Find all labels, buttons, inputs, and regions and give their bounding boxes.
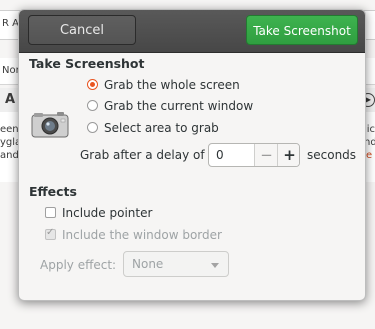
chevron-down-icon	[211, 263, 219, 268]
take-screenshot-heading: Take Screenshot	[29, 56, 145, 71]
camera-icon	[31, 112, 69, 138]
radio-button-selected[interactable]	[87, 79, 98, 90]
radio-label: Grab the current window	[104, 99, 254, 113]
decrement-button[interactable]: −	[254, 144, 278, 166]
include-border-checkbox: Include the window border	[45, 227, 222, 242]
apply-effect-dropdown: None	[123, 251, 229, 277]
background-text: A	[5, 92, 16, 107]
radio-button[interactable]	[87, 100, 98, 111]
seconds-label: seconds	[307, 148, 357, 162]
dialog-headerbar: Cancel Take Screenshot	[19, 10, 365, 53]
apply-effect-label: Apply effect:	[40, 258, 117, 272]
delay-spinbutton[interactable]: 0 − +	[208, 143, 300, 167]
cancel-button[interactable]: Cancel	[28, 15, 136, 45]
effects-heading: Effects	[29, 184, 77, 199]
background-text: e	[366, 150, 373, 161]
radio-label: Select area to grab	[104, 121, 219, 135]
increment-button[interactable]: +	[277, 144, 299, 166]
screenshot-dialog: Cancel Take Screenshot Take Screenshot G…	[18, 9, 366, 301]
radio-current-window[interactable]: Grab the current window	[87, 99, 253, 113]
checkbox-label: Include pointer	[62, 206, 153, 220]
background-text: een	[0, 124, 19, 135]
checkbox-checked-disabled	[45, 227, 56, 240]
radio-label: Grab the whole screen	[104, 78, 240, 92]
background-text: and	[0, 150, 19, 161]
dropdown-value: None	[132, 257, 164, 271]
radio-whole-screen[interactable]: Grab the whole screen	[87, 78, 240, 92]
checkbox-label: Include the window border	[62, 228, 222, 242]
delay-value[interactable]: 0	[216, 148, 224, 162]
radio-select-area[interactable]: Select area to grab	[87, 121, 219, 135]
delay-label: Grab after a delay of	[80, 148, 205, 162]
take-screenshot-button[interactable]: Take Screenshot	[246, 15, 358, 45]
checkbox[interactable]	[45, 207, 56, 218]
include-pointer-checkbox[interactable]: Include pointer	[45, 206, 152, 220]
radio-button[interactable]	[87, 122, 98, 133]
